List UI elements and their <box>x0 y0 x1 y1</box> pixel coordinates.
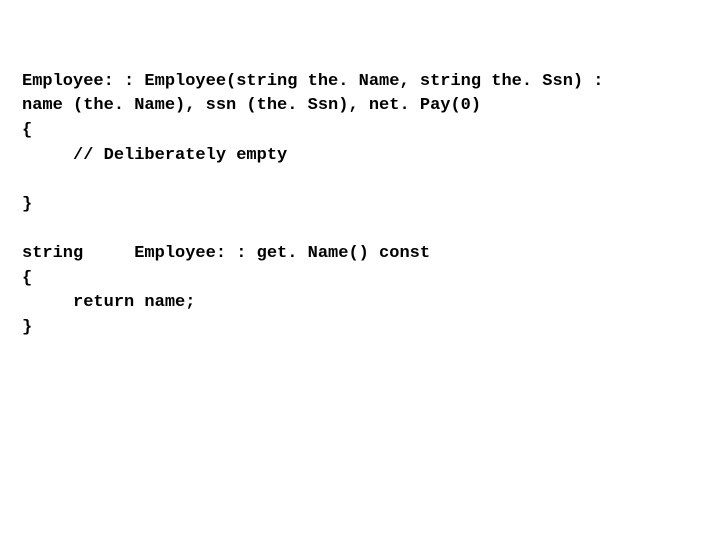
code-block: Employee: : Employee(string the. Name, s… <box>0 0 720 361</box>
code-line: Employee: : Employee(string the. Name, s… <box>22 72 604 91</box>
code-line: // Deliberately empty <box>22 146 287 165</box>
code-line: { <box>22 121 32 140</box>
code-line: } <box>22 318 32 337</box>
code-line: } <box>22 195 32 214</box>
code-line: return name; <box>22 293 195 312</box>
code-line: name (the. Name), ssn (the. Ssn), net. P… <box>22 96 481 115</box>
code-line: string Employee: : get. Name() const <box>22 244 430 263</box>
code-line: { <box>22 269 32 288</box>
